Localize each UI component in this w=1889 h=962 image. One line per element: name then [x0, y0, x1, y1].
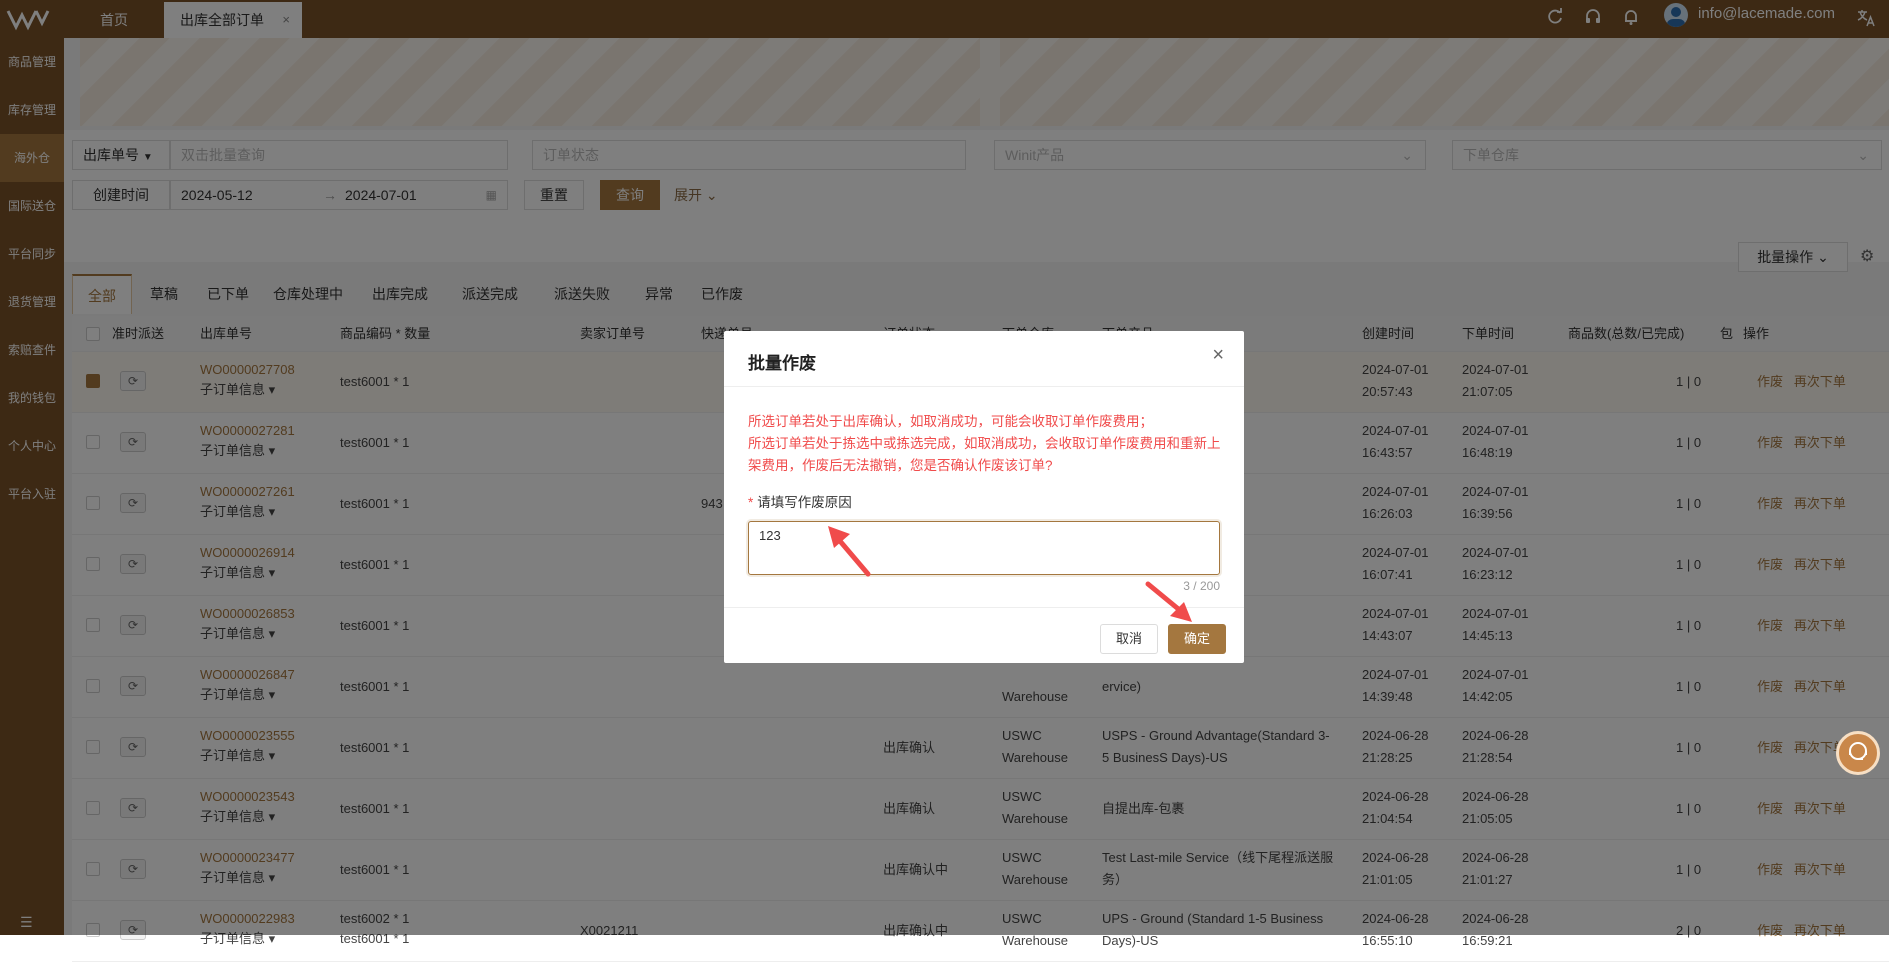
warning-line-2: 所选订单若处于拣选中或拣选完成，如取消成功，会收取订单作废费用和重新上架费用，作…	[748, 436, 1221, 473]
warning-line-1: 所选订单若处于出库确认，如取消成功，可能会收取订单作废费用；	[748, 414, 1153, 429]
close-icon[interactable]: ×	[1212, 345, 1224, 365]
confirm-button[interactable]: 确定	[1168, 624, 1226, 654]
char-counter: 3 / 200	[1183, 579, 1220, 593]
reason-label: * 请填写作废原因	[748, 491, 852, 511]
dialog-title: 批量作废	[748, 354, 816, 373]
cancel-button[interactable]: 取消	[1100, 624, 1158, 654]
help-float-button[interactable]	[1836, 731, 1880, 775]
void-reason-textarea[interactable]: 123	[748, 521, 1220, 575]
warning-text: 所选订单若处于出库确认，如取消成功，可能会收取订单作废费用； 所选订单若处于拣选…	[748, 411, 1224, 477]
required-mark: *	[748, 495, 754, 510]
bulk-void-dialog: 批量作废 × 所选订单若处于出库确认，如取消成功，可能会收取订单作废费用； 所选…	[724, 331, 1244, 663]
reason-label-text: 请填写作废原因	[757, 495, 852, 510]
dialog-footer: 取消 确定	[724, 607, 1244, 663]
dialog-header: 批量作废 ×	[724, 331, 1244, 387]
